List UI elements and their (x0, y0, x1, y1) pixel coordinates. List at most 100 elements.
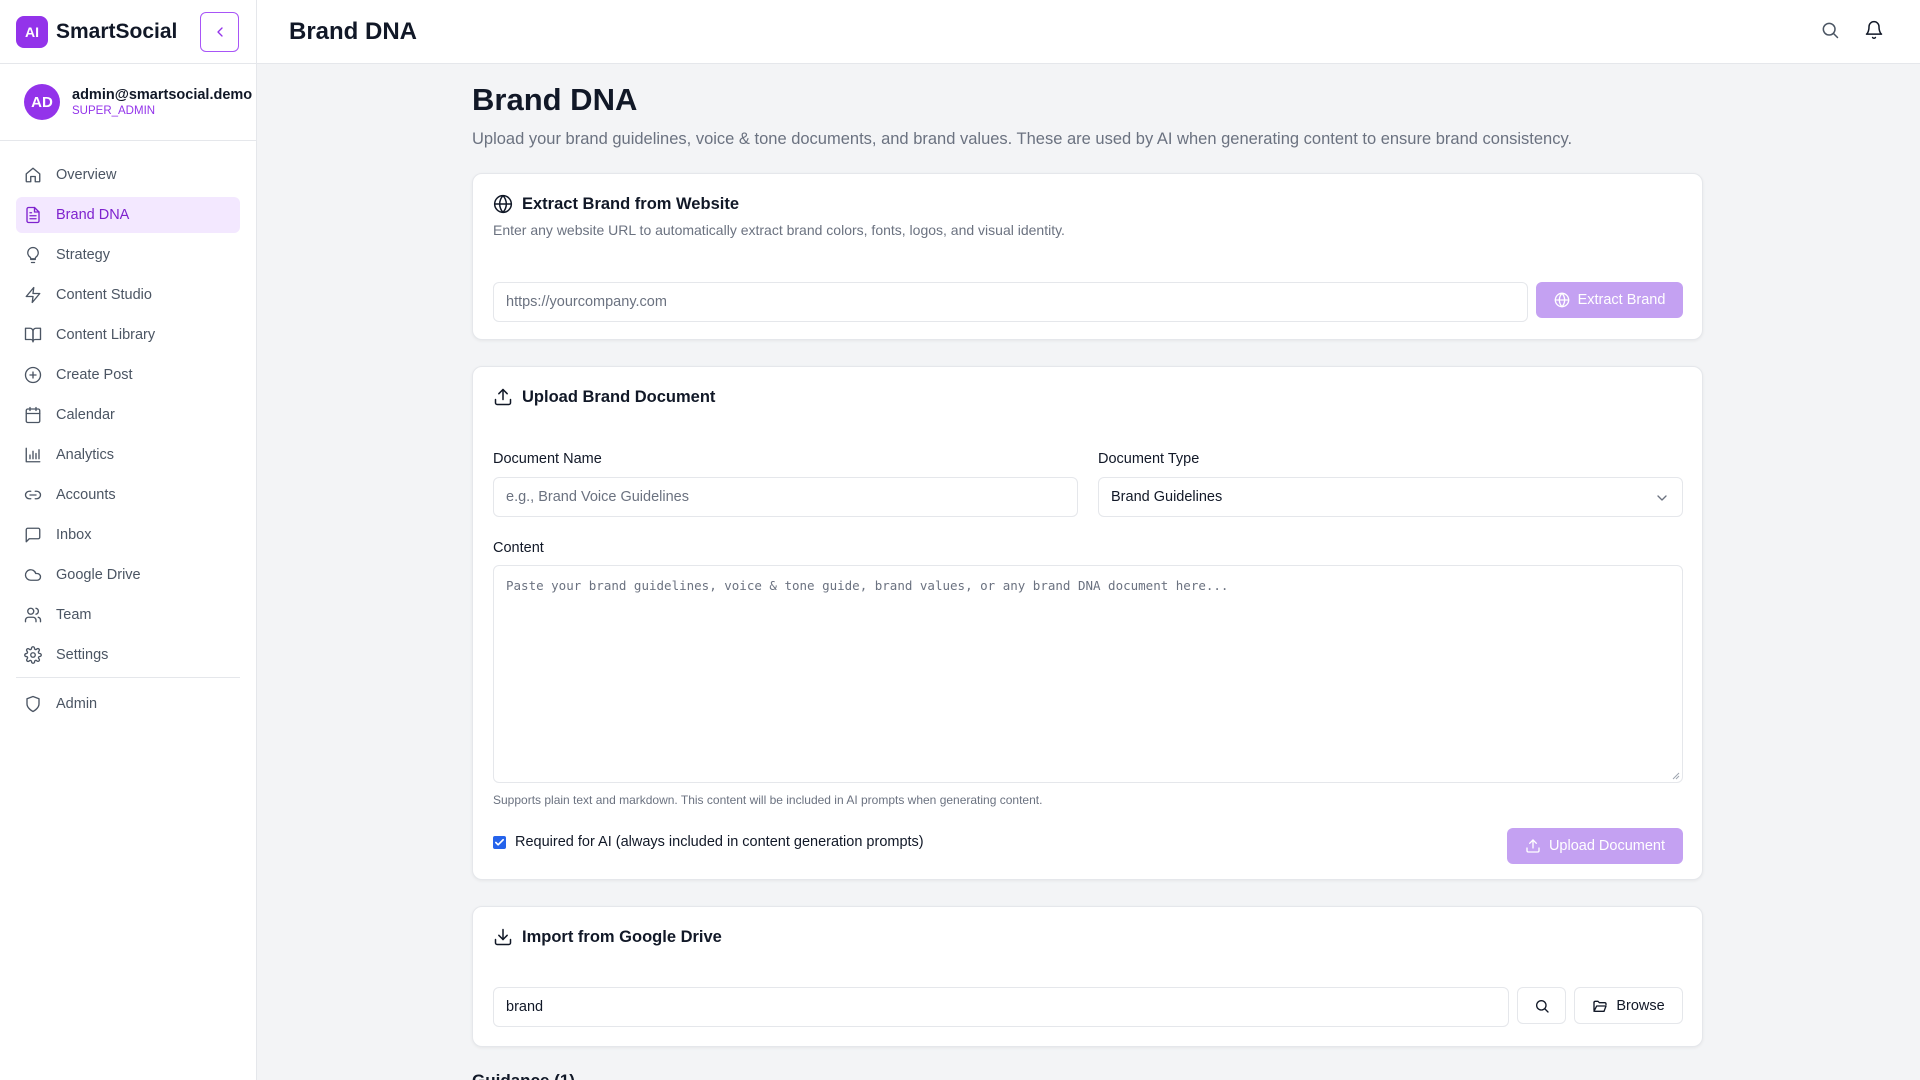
google-drive-import-card: Import from Google Drive brand Browse (472, 906, 1703, 1047)
top-actions (1820, 20, 1884, 40)
sidebar-item-label: Strategy (56, 247, 110, 263)
sidebar-item-label: Content Studio (56, 287, 152, 303)
sidebar-item-label: Analytics (56, 447, 115, 463)
main-content: Brand DNA Upload your brand guidelines, … (472, 64, 1703, 1047)
file-text-icon (26, 206, 40, 224)
content-label: Content (493, 540, 544, 556)
user-email: admin@smartsocial.demo (72, 86, 253, 103)
sidebar: AI SmartSocial AD admin@smartsocial.demo… (0, 0, 257, 1080)
page-description: Upload your brand guidelines, voice & to… (472, 130, 1573, 148)
brand-header: AI SmartSocial (0, 0, 256, 64)
sidebar-item-label: Team (56, 607, 92, 623)
sidebar-item-team[interactable]: Team (16, 597, 240, 633)
sidebar-item-content-studio[interactable]: Content Studio (16, 277, 240, 313)
sidebar-item-label: Inbox (56, 527, 92, 543)
sidebar-item-inbox[interactable]: Inbox (16, 517, 240, 553)
sidebar-item-create-post[interactable]: Create Post (16, 357, 240, 393)
sidebar-item-label: Content Library (56, 327, 156, 343)
sidebar-item-google-drive[interactable]: Google Drive (16, 557, 240, 593)
next-section-heading: Guidance (1) (472, 1071, 575, 1080)
content-textarea[interactable]: Paste your brand guidelines, voice & ton… (493, 565, 1683, 783)
users-icon (24, 607, 42, 623)
checkbox-checked[interactable] (493, 835, 506, 849)
drive-card-title: Import from Google Drive (522, 927, 722, 946)
nav-divider (16, 677, 240, 678)
user-profile[interactable]: AD admin@smartsocial.demo SUPER_ADMIN (0, 64, 256, 141)
search-icon (1535, 999, 1549, 1013)
chevron-left-icon (216, 27, 223, 37)
search-icon[interactable] (1820, 20, 1840, 40)
required-for-ai-label: Required for AI (always included in cont… (515, 834, 924, 850)
bell-icon[interactable] (1864, 20, 1884, 40)
check-icon (495, 838, 504, 846)
drive-search-button[interactable] (1517, 987, 1566, 1024)
calendar-icon (25, 406, 41, 424)
user-role: SUPER_ADMIN (72, 104, 156, 117)
zap-icon (25, 286, 41, 304)
folder-open-icon (1593, 1000, 1607, 1012)
upload-card-header: Upload Brand Document (493, 387, 715, 407)
upload-icon (494, 388, 512, 406)
sidebar-item-label: Accounts (56, 487, 116, 503)
upload-document-card: Upload Brand Document Document Name e.g.… (472, 366, 1703, 880)
required-for-ai-checkbox[interactable]: Required for AI (always included in cont… (493, 834, 924, 850)
app-name[interactable]: SmartSocial (56, 20, 177, 44)
lightbulb-icon (27, 246, 39, 264)
upload-icon (1526, 839, 1540, 853)
globe-icon (493, 194, 513, 214)
drive-search-input[interactable]: brand (493, 987, 1509, 1027)
gear-icon (24, 646, 42, 664)
drive-card-header: Import from Google Drive (493, 927, 722, 947)
chevron-down-icon (1657, 495, 1667, 501)
sidebar-item-strategy[interactable]: Strategy (16, 237, 240, 273)
upload-document-button[interactable]: Upload Document (1507, 828, 1683, 864)
sidebar-item-calendar[interactable]: Calendar (16, 397, 240, 433)
extract-brand-button[interactable]: Extract Brand (1536, 282, 1683, 318)
sidebar-item-accounts[interactable]: Accounts (16, 477, 240, 513)
header-title: Brand DNA (289, 17, 418, 45)
app-logo[interactable]: AI (16, 15, 48, 48)
extract-card-subtitle: Enter any website URL to automatically e… (493, 222, 1065, 238)
sidebar-item-label: Google Drive (56, 567, 141, 583)
link-icon (24, 490, 42, 500)
sidebar-item-label: Settings (56, 647, 109, 663)
top-bar: Brand DNA (257, 0, 1920, 64)
website-url-input[interactable]: https://yourcompany.com (493, 282, 1528, 322)
book-open-icon (24, 327, 42, 343)
sidebar-item-analytics[interactable]: Analytics (16, 437, 240, 473)
drive-browse-button[interactable]: Browse (1574, 987, 1683, 1024)
extract-brand-card: Extract Brand from Website Enter any web… (472, 173, 1703, 340)
user-info: admin@smartsocial.demo SUPER_ADMIN (72, 86, 252, 119)
content-hint: Supports plain text and markdown. This c… (493, 793, 1043, 807)
page-title: Brand DNA (472, 82, 638, 117)
drive-browse-label: Browse (1616, 997, 1665, 1014)
sidebar-item-overview[interactable]: Overview (16, 157, 240, 193)
content-placeholder: Paste your brand guidelines, voice & ton… (506, 578, 1229, 593)
document-type-select[interactable]: Brand Guidelines (1098, 477, 1683, 517)
upload-card-title: Upload Brand Document (522, 387, 716, 406)
sidebar-item-label: Overview (56, 167, 117, 183)
sidebar-item-label: Brand DNA (56, 207, 130, 223)
document-name-input[interactable]: e.g., Brand Voice Guidelines (493, 477, 1078, 517)
sidebar-item-admin[interactable]: Admin (16, 686, 240, 722)
document-type-value: Brand Guidelines (1111, 489, 1223, 505)
sidebar-item-brand-dna[interactable]: Brand DNA (16, 197, 240, 233)
sidebar-item-label: Admin (56, 696, 98, 712)
message-square-icon (25, 527, 41, 543)
sidebar-item-label: Create Post (56, 367, 133, 383)
upload-document-label: Upload Document (1548, 838, 1666, 854)
avatar: AD (24, 84, 60, 120)
cloud-icon (24, 569, 42, 581)
extract-card-header: Extract Brand from Website (493, 194, 739, 214)
download-icon (494, 928, 512, 946)
bar-chart-icon (25, 447, 41, 463)
resize-grip-icon[interactable] (1672, 772, 1680, 780)
home-icon (25, 167, 41, 183)
sidebar-item-label: Calendar (56, 407, 115, 423)
globe-icon (1554, 292, 1569, 308)
document-type-label: Document Type (1098, 451, 1200, 467)
extract-card-title: Extract Brand from Website (522, 194, 739, 213)
collapse-sidebar-button[interactable] (200, 12, 239, 52)
sidebar-item-content-library[interactable]: Content Library (16, 317, 240, 353)
sidebar-item-settings[interactable]: Settings (16, 637, 240, 673)
